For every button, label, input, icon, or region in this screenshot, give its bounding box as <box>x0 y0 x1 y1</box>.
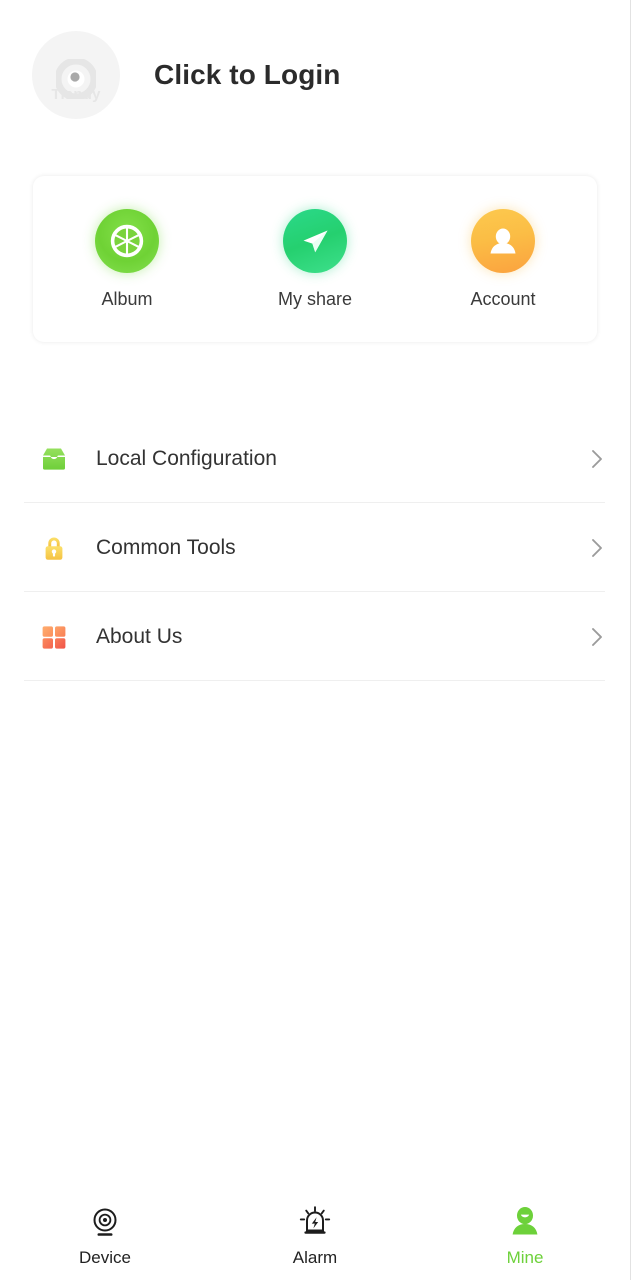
quick-action-label: Account <box>470 288 536 309</box>
settings-menu: Local Configuration Common Tools About U… <box>0 414 630 681</box>
aperture-icon <box>95 208 159 273</box>
tab-label: Device <box>79 1247 131 1267</box>
login-label[interactable]: Click to Login <box>154 59 341 91</box>
quick-action-label: My share <box>277 288 353 309</box>
menu-item-about-us[interactable]: About Us <box>0 592 630 681</box>
chevron-right-icon <box>590 447 604 471</box>
menu-item-label: About Us <box>96 624 183 648</box>
avatar-brand-label: Tiandy <box>51 86 101 103</box>
quick-action-album[interactable]: Album <box>33 208 221 310</box>
inbox-tray-icon <box>36 441 72 477</box>
quick-actions-card: Album My share Account <box>33 176 597 342</box>
login-header[interactable]: Tiandy Click to Login <box>0 0 630 150</box>
camera-outline-icon <box>88 1199 122 1239</box>
menu-item-label: Common Tools <box>96 535 236 559</box>
menu-item-local-configuration[interactable]: Local Configuration <box>0 414 630 503</box>
bottom-tab-bar: Device Alarm Mine <box>0 1186 630 1280</box>
tab-alarm[interactable]: Alarm <box>210 1186 420 1280</box>
chevron-right-icon <box>590 625 604 649</box>
siren-icon <box>297 1199 333 1239</box>
avatar[interactable]: Tiandy <box>32 31 120 119</box>
tab-device[interactable]: Device <box>0 1186 210 1280</box>
paper-plane-icon <box>283 208 347 273</box>
tab-label: Alarm <box>292 1247 338 1267</box>
menu-item-label: Local Configuration <box>96 446 277 470</box>
quick-action-my-share[interactable]: My share <box>221 208 409 310</box>
grid-squares-icon <box>36 619 72 655</box>
person-icon <box>507 1199 543 1239</box>
user-icon <box>471 208 535 273</box>
tab-label: Mine <box>506 1247 544 1267</box>
menu-item-common-tools[interactable]: Common Tools <box>0 503 630 592</box>
quick-action-account[interactable]: Account <box>409 208 597 310</box>
tab-mine[interactable]: Mine <box>420 1186 630 1280</box>
lock-icon <box>36 530 72 566</box>
chevron-right-icon <box>590 536 604 560</box>
app-screen: Tiandy Click to Login Album My share Acc… <box>0 0 631 1280</box>
quick-action-label: Album <box>101 288 153 309</box>
